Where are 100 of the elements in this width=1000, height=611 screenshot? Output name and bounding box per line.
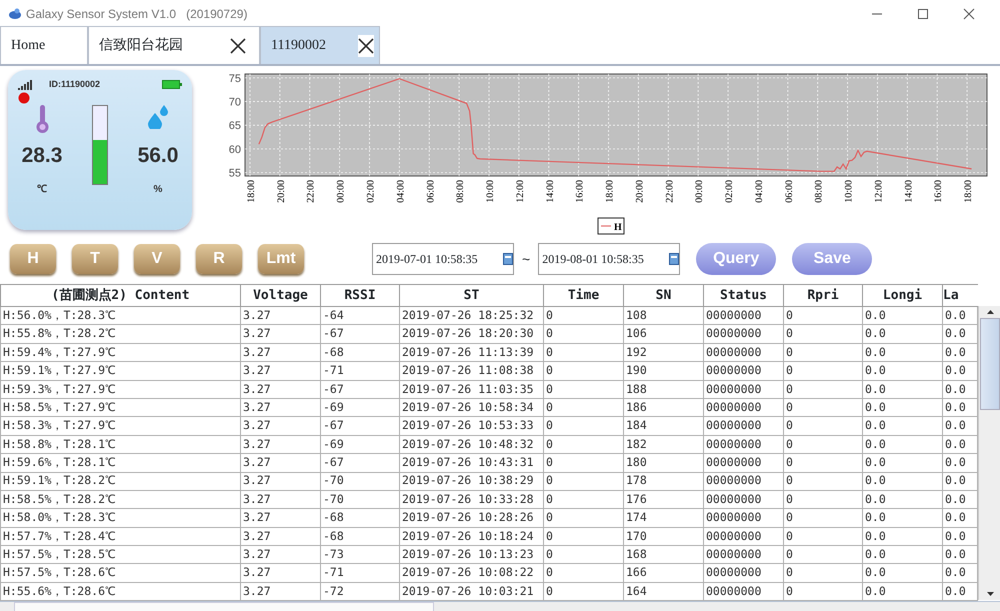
table-cell: 0 <box>544 546 624 564</box>
table-cell: 0 <box>784 435 862 454</box>
table-cell: -71 <box>320 564 400 582</box>
x-tick-label: 18:00 <box>246 180 257 203</box>
table-cell: 0 <box>784 380 862 398</box>
humidity-unit: % <box>154 182 162 196</box>
table-cell: 0 <box>544 564 624 582</box>
x-tick-label: 04:00 <box>395 180 406 203</box>
table-cell: 184 <box>624 416 704 436</box>
x-tick-label: 14:00 <box>903 180 914 203</box>
table-cell: H:57.5%，T:28.5℃ <box>0 546 240 564</box>
table-cell: 0 <box>784 343 862 362</box>
y-tick-label: 75 <box>228 72 241 85</box>
table-cell: 2019-07-26 18:20:30 <box>400 324 544 344</box>
tab[interactable]: Home <box>0 26 88 64</box>
close-tab-button[interactable] <box>358 34 374 56</box>
table-cell: H:59.4%，T:27.9℃ <box>0 343 240 362</box>
table-cell: 00000000 <box>704 380 784 398</box>
table-cell: 0 <box>544 490 624 509</box>
table-cell: 0 <box>784 546 862 564</box>
column-header[interactable]: Status <box>704 284 784 306</box>
column-header[interactable]: (苗圃测点2) Content <box>0 284 240 306</box>
table-cell: H:58.0%，T:28.3℃ <box>0 508 240 528</box>
table-cell: 3.27 <box>240 306 320 325</box>
table-cell: -68 <box>320 343 400 362</box>
legend-label: H <box>614 222 622 233</box>
column-header[interactable]: Time <box>544 284 624 306</box>
table-cell: 2019-07-26 10:28:26 <box>400 508 544 528</box>
table-cell: -67 <box>320 380 400 398</box>
calendar-icon <box>669 253 680 265</box>
table-cell: 2019-07-26 10:53:33 <box>400 416 544 436</box>
table-cell: 0 <box>784 416 862 436</box>
y-tick-label: 60 <box>228 144 241 156</box>
table-cell: -70 <box>320 472 400 490</box>
x-tick-label: 06:00 <box>425 180 436 203</box>
table-cell: 2019-07-26 10:33:28 <box>400 490 544 509</box>
table-cell: 3.27 <box>240 324 320 344</box>
table-cell: 0 <box>784 564 862 582</box>
table-cell: 170 <box>624 527 704 546</box>
table-cell: 108 <box>624 306 704 325</box>
table-cell: 3.27 <box>240 380 320 398</box>
table-cell: 0 <box>784 490 862 509</box>
column-header[interactable]: ST <box>400 284 544 306</box>
table-cell: 174 <box>624 508 704 528</box>
table-cell: 0.0 <box>862 472 942 490</box>
x-tick-label: 16:00 <box>574 180 586 203</box>
table-cell: H:58.3%，T:27.9℃ <box>0 416 240 436</box>
table-cell: 3.27 <box>240 527 320 546</box>
table-cell: -70 <box>320 490 400 509</box>
vertical-scrollbar[interactable] <box>978 306 1000 600</box>
column-header[interactable]: Rpri <box>784 284 862 306</box>
x-tick-label: 16:00 <box>933 180 944 203</box>
table-cell: 3.27 <box>240 490 320 509</box>
column-header[interactable]: La <box>942 284 978 306</box>
table-cell: 0.0 <box>862 546 942 564</box>
table-cell: 0.0 <box>862 398 942 417</box>
table-cell: 00000000 <box>704 564 784 582</box>
table-cell: 00000000 <box>704 435 784 454</box>
table-cell: 168 <box>624 546 704 564</box>
table-cell: H:59.6%，T:28.1℃ <box>0 454 240 472</box>
table-cell: 0 <box>784 527 862 546</box>
table-cell: 00000000 <box>704 546 784 564</box>
table-cell: 0.0 <box>862 508 942 528</box>
table-cell: H:58.5%，T:27.9℃ <box>0 398 240 417</box>
temperature-unit: ℃ <box>37 182 47 196</box>
table-cell: -68 <box>320 527 400 546</box>
table-cell: H:59.3%，T:27.9℃ <box>0 380 240 398</box>
date-field[interactable]: 2019-07-01 10:58:35 <box>372 243 514 275</box>
table-cell: 166 <box>624 564 704 582</box>
x-tick-label: 12:00 <box>873 180 884 203</box>
tab[interactable]: 信致阳台花园 <box>88 26 260 64</box>
column-header[interactable]: Longi <box>862 284 942 306</box>
y-tick-label: 55 <box>228 168 241 180</box>
table-cell: 0 <box>544 435 624 454</box>
x-tick-label: 22:00 <box>664 180 676 203</box>
tab[interactable]: 11190002 <box>260 26 380 64</box>
table-cell: -71 <box>320 362 400 380</box>
table-cell: 0.0 <box>862 306 942 325</box>
table-cell: 0.0 <box>862 362 942 380</box>
table-cell: 0 <box>784 306 862 325</box>
table-cell: 2019-07-26 10:58:34 <box>400 398 544 417</box>
table-cell: 00000000 <box>704 306 784 325</box>
horizontal-scrollbar[interactable] <box>0 601 1000 611</box>
date-field[interactable]: 2019-08-01 10:58:35 <box>538 243 680 275</box>
x-tick-label: 00:00 <box>336 180 347 203</box>
column-header[interactable]: Voltage <box>240 284 320 306</box>
table-cell: H:58.8%，T:28.1℃ <box>0 435 240 454</box>
column-header[interactable]: RSSI <box>320 284 400 306</box>
table-cell: H:55.8%，T:28.2℃ <box>0 324 240 344</box>
table-cell: 2019-07-26 11:03:35 <box>400 380 544 398</box>
table-cell: H:58.5%，T:28.2℃ <box>0 490 240 509</box>
table-cell: 180 <box>624 454 704 472</box>
table-cell: 0.0 <box>862 324 942 344</box>
table-cell: 186 <box>624 398 704 417</box>
table-cell: 00000000 <box>704 508 784 528</box>
table-cell: 0.0 <box>862 416 942 436</box>
table-cell: 0 <box>544 343 624 362</box>
table-cell: 00000000 <box>704 490 784 509</box>
column-header[interactable]: SN <box>624 284 704 306</box>
table-cell: 00000000 <box>704 472 784 490</box>
